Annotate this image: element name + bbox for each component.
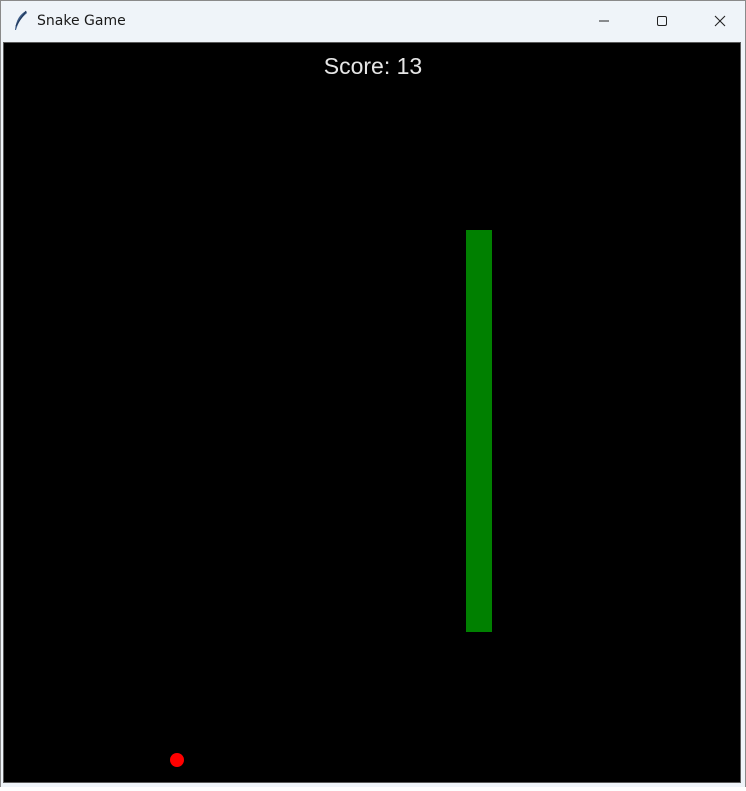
food — [170, 753, 184, 767]
snake-body — [466, 230, 492, 632]
score-label: Score: 13 — [323, 53, 423, 79]
close-button[interactable] — [691, 1, 746, 41]
minimize-button[interactable] — [575, 1, 633, 41]
window-title: Snake Game — [37, 13, 126, 29]
bottom-strip — [0, 787, 746, 791]
feather-icon — [12, 10, 30, 32]
close-icon — [714, 15, 726, 27]
game-canvas[interactable] — [3, 42, 741, 783]
title-bar[interactable]: Snake Game — [1, 1, 745, 41]
maximize-icon — [656, 15, 668, 27]
minimize-icon — [598, 15, 610, 27]
maximize-button[interactable] — [633, 1, 691, 41]
